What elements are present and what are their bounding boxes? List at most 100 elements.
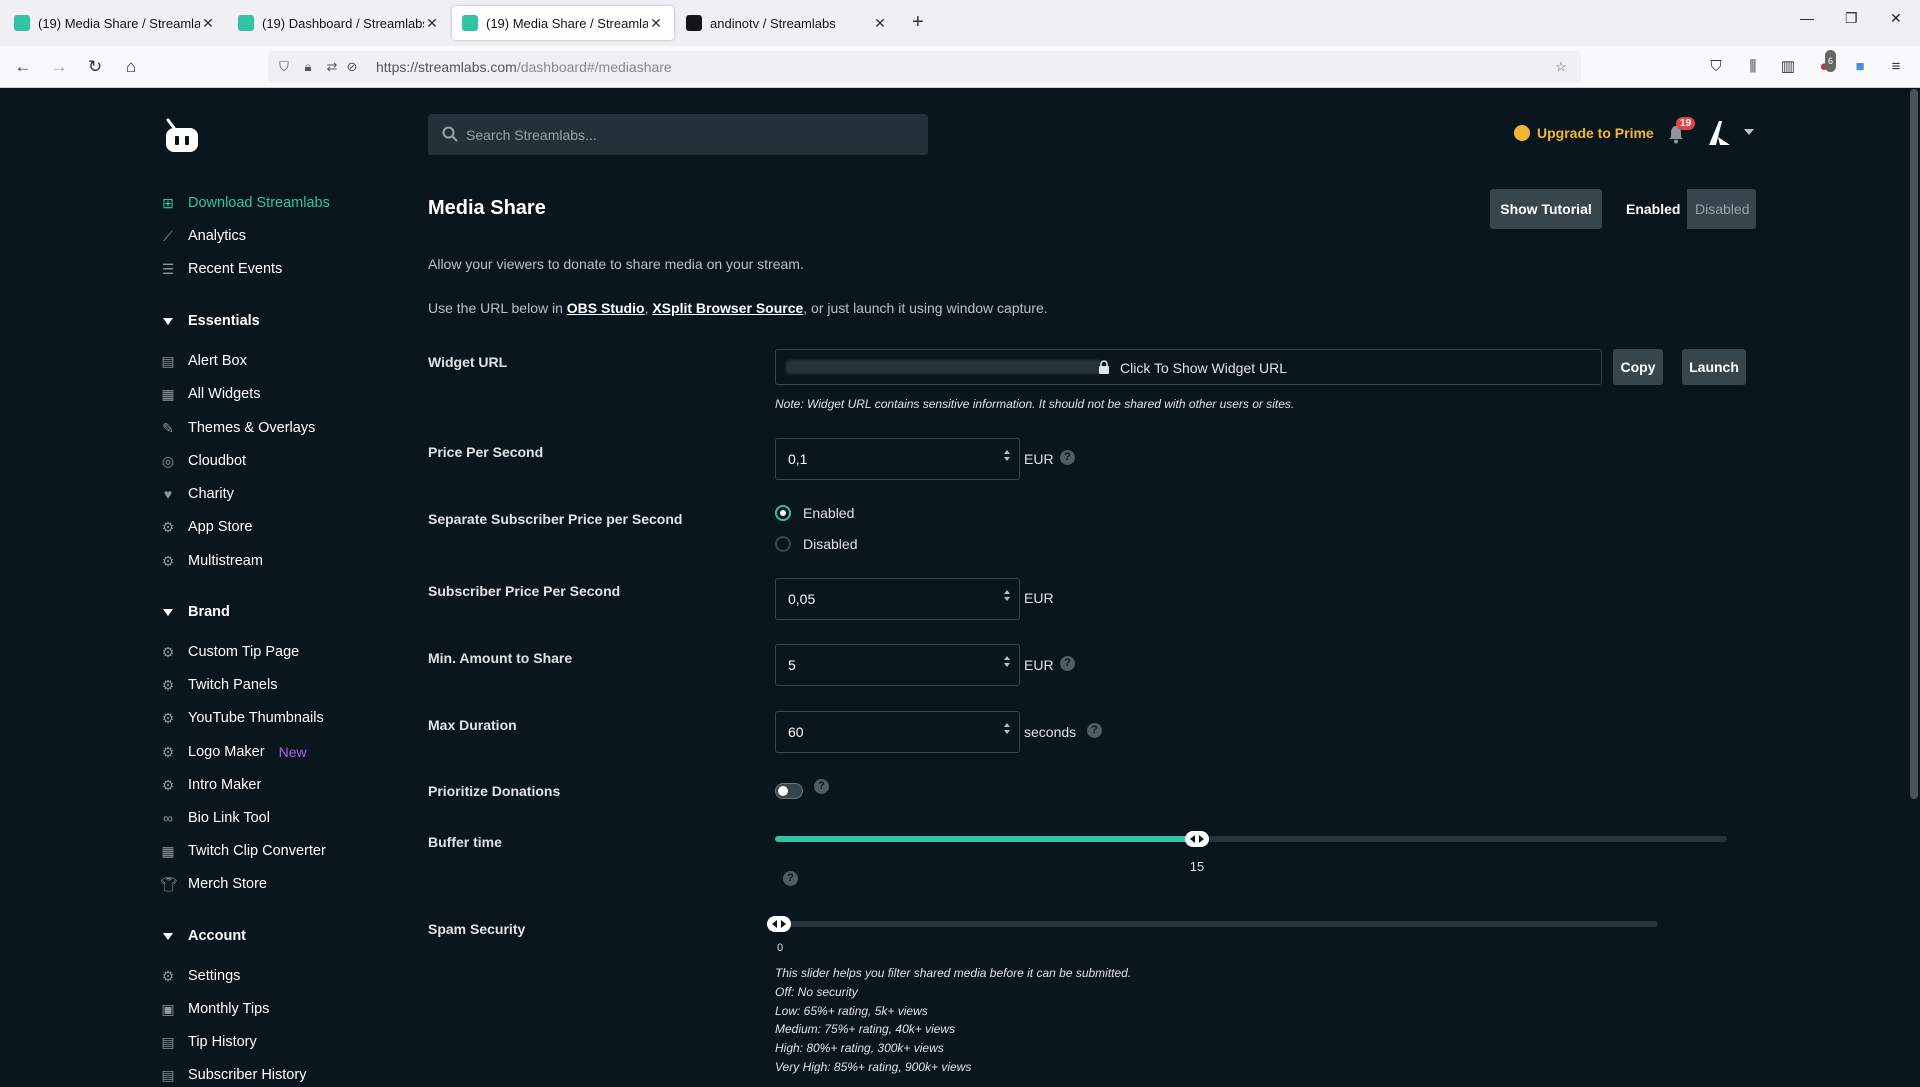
list-icon: ☰: [161, 261, 175, 277]
max-duration-field[interactable]: [775, 711, 1020, 753]
reload-icon[interactable]: ↻: [84, 56, 106, 78]
browser-tab-active[interactable]: (19) Media Share / Streamlabs ✕: [452, 6, 674, 40]
lock-icon[interactable]: 🔒︎: [300, 59, 316, 75]
price-per-second-input[interactable]: [788, 439, 988, 479]
close-icon[interactable]: ✕: [200, 15, 216, 32]
disabled-toggle-button[interactable]: Disabled: [1687, 189, 1756, 229]
stepper-icon[interactable]: [1003, 653, 1011, 677]
help-icon[interactable]: ?: [814, 779, 829, 794]
search-input[interactable]: [466, 114, 916, 155]
sidebar-item-charity[interactable]: ♥ Charity: [160, 482, 234, 506]
stepper-icon[interactable]: [1003, 720, 1011, 744]
help-icon[interactable]: ?: [1060, 450, 1075, 465]
help-icon[interactable]: ?: [1060, 656, 1075, 671]
close-icon[interactable]: ✕: [872, 15, 888, 32]
sidebar-item-analytics[interactable]: ⟋ Analytics: [160, 224, 246, 248]
radio-disabled[interactable]: Disabled: [775, 536, 857, 552]
back-icon[interactable]: ←: [12, 56, 34, 78]
usage-description: Use the URL below in OBS Studio, XSplit …: [428, 300, 1048, 316]
close-icon[interactable]: ✕: [424, 15, 440, 32]
window-close-icon[interactable]: ✕: [1890, 10, 1902, 27]
min-amount-input[interactable]: [788, 645, 988, 685]
address-bar[interactable]: ⛉ 🔒︎ ⇄ ⊘ https://streamlabs.com/dashboar…: [268, 51, 1581, 83]
help-icon[interactable]: ?: [783, 871, 798, 886]
forward-icon[interactable]: →: [48, 56, 70, 78]
launch-button[interactable]: Launch: [1682, 349, 1746, 385]
sidebar-section-brand[interactable]: Brand: [163, 601, 230, 623]
sidebar-item-monthly-tips[interactable]: ▣ Monthly Tips: [160, 997, 269, 1021]
upgrade-label: Upgrade to Prime: [1537, 125, 1654, 141]
currency-unit: EUR: [1024, 657, 1054, 673]
sidebar-item-youtube-thumbnails[interactable]: ⚙ YouTube Thumbnails: [160, 706, 324, 730]
sidebar-item-download-streamlabs[interactable]: ⊞ Download Streamlabs: [160, 191, 330, 215]
clip-icon: ▦: [161, 843, 175, 859]
scrollbar[interactable]: [1910, 89, 1918, 799]
browser-tab[interactable]: (19) Dashboard / Streamlabs ✕: [228, 6, 450, 40]
sidebar-item-intro-maker[interactable]: ⚙ Intro Maker: [160, 773, 262, 797]
copy-button[interactable]: Copy: [1613, 349, 1663, 385]
sidebar-item-twitch-panels[interactable]: ⚙ Twitch Panels: [160, 673, 278, 697]
sub-price-per-second-input[interactable]: [788, 579, 988, 619]
restore-icon[interactable]: ❐: [1845, 10, 1858, 27]
avatar[interactable]: [1706, 119, 1732, 147]
sidebar-item-subscriber-history[interactable]: ▤ Subscriber History: [160, 1063, 306, 1087]
streamlabs-logo-icon[interactable]: [162, 116, 202, 154]
extension-icon[interactable]: ● 6: [1813, 50, 1837, 78]
search-bar[interactable]: [428, 114, 928, 155]
sidebar-item-settings[interactable]: ⚙ Settings: [160, 964, 241, 988]
chevron-down-icon[interactable]: [1744, 129, 1754, 135]
sidebar-item-tip-history[interactable]: ▤ Tip History: [160, 1030, 256, 1054]
tracking-icon[interactable]: ⊘: [344, 59, 360, 75]
library-icon[interactable]: ⫼: [1742, 56, 1764, 78]
max-duration-input[interactable]: [788, 712, 988, 752]
sub-price-per-second-field[interactable]: [775, 578, 1020, 620]
multistream-icon: ⚙: [161, 553, 175, 569]
show-widget-url-text[interactable]: Click To Show Widget URL: [1120, 360, 1287, 376]
close-icon[interactable]: ✕: [648, 15, 664, 32]
enabled-toggle-button[interactable]: Enabled: [1618, 189, 1687, 229]
new-tab-button[interactable]: +: [912, 12, 924, 32]
browser-tab[interactable]: (19) Media Share / Streamlabs ✕: [4, 6, 226, 40]
show-tutorial-button[interactable]: Show Tutorial: [1490, 189, 1602, 229]
sidebar-icon[interactable]: ▥: [1777, 56, 1799, 78]
browser-tab[interactable]: andinotv / Streamlabs ✕: [676, 6, 898, 40]
sidebar-item-multistream[interactable]: ⚙ Multistream: [160, 549, 263, 573]
help-icon[interactable]: ?: [1087, 723, 1102, 738]
sidebar-item-merch-store[interactable]: 👕︎ Merch Store: [160, 872, 267, 896]
sidebar-item-alert-box[interactable]: ▤ Alert Box: [160, 349, 246, 373]
radio-enabled[interactable]: Enabled: [775, 505, 854, 521]
sidebar-item-themes-overlays[interactable]: ✎ Themes & Overlays: [160, 416, 315, 440]
buffer-time-slider-handle[interactable]: [1184, 831, 1209, 847]
sidebar-item-bio-link-tool[interactable]: ∞ Bio Link Tool: [160, 806, 270, 830]
sidebar-item-twitch-clip-converter[interactable]: ▦ Twitch Clip Converter: [160, 839, 325, 863]
prioritize-donations-toggle[interactable]: [775, 783, 803, 799]
spam-security-slider-handle[interactable]: [767, 916, 791, 932]
sidebar-section-essentials[interactable]: Essentials: [163, 310, 260, 332]
sidebar-item-cloudbot[interactable]: ◎ Cloudbot: [160, 449, 246, 473]
minimize-icon[interactable]: —: [1800, 10, 1814, 26]
xsplit-link[interactable]: XSplit Browser Source: [652, 300, 803, 316]
permissions-icon[interactable]: ⇄: [324, 59, 340, 75]
menu-icon[interactable]: ≡: [1885, 56, 1907, 78]
home-icon[interactable]: ⌂: [120, 56, 142, 78]
pocket-icon[interactable]: ⛉: [1705, 56, 1727, 78]
shield-icon[interactable]: ⛉: [276, 59, 292, 75]
stepper-icon[interactable]: [1003, 587, 1011, 611]
price-per-second-field[interactable]: [775, 438, 1020, 480]
sidebar-item-recent-events[interactable]: ☰ Recent Events: [160, 257, 283, 281]
sidebar-item-all-widgets[interactable]: ▦ All Widgets: [160, 382, 260, 406]
widget-url-field[interactable]: Click To Show Widget URL: [775, 349, 1602, 385]
min-amount-field[interactable]: [775, 644, 1020, 686]
obs-studio-link[interactable]: OBS Studio: [567, 300, 645, 316]
sidebar-section-account[interactable]: Account: [163, 925, 246, 947]
streamlabs-page: Upgrade to Prime 19 ⊞ Download Streamlab…: [0, 89, 1920, 1083]
sidebar-item-logo-maker[interactable]: ⚙ Logo Maker New: [160, 740, 307, 764]
spam-security-slider-track[interactable]: [775, 921, 1658, 927]
sidebar-item-app-store[interactable]: ⚙ App Store: [160, 515, 253, 539]
bookmark-star-icon[interactable]: ☆: [1553, 59, 1569, 75]
shirt-icon: 👕︎: [160, 876, 178, 892]
stepper-icon[interactable]: [1003, 447, 1011, 471]
account-extension-icon[interactable]: ■: [1849, 56, 1871, 78]
sidebar-item-custom-tip-page[interactable]: ⚙ Custom Tip Page: [160, 640, 300, 664]
upgrade-to-prime-button[interactable]: Upgrade to Prime: [1514, 125, 1654, 141]
